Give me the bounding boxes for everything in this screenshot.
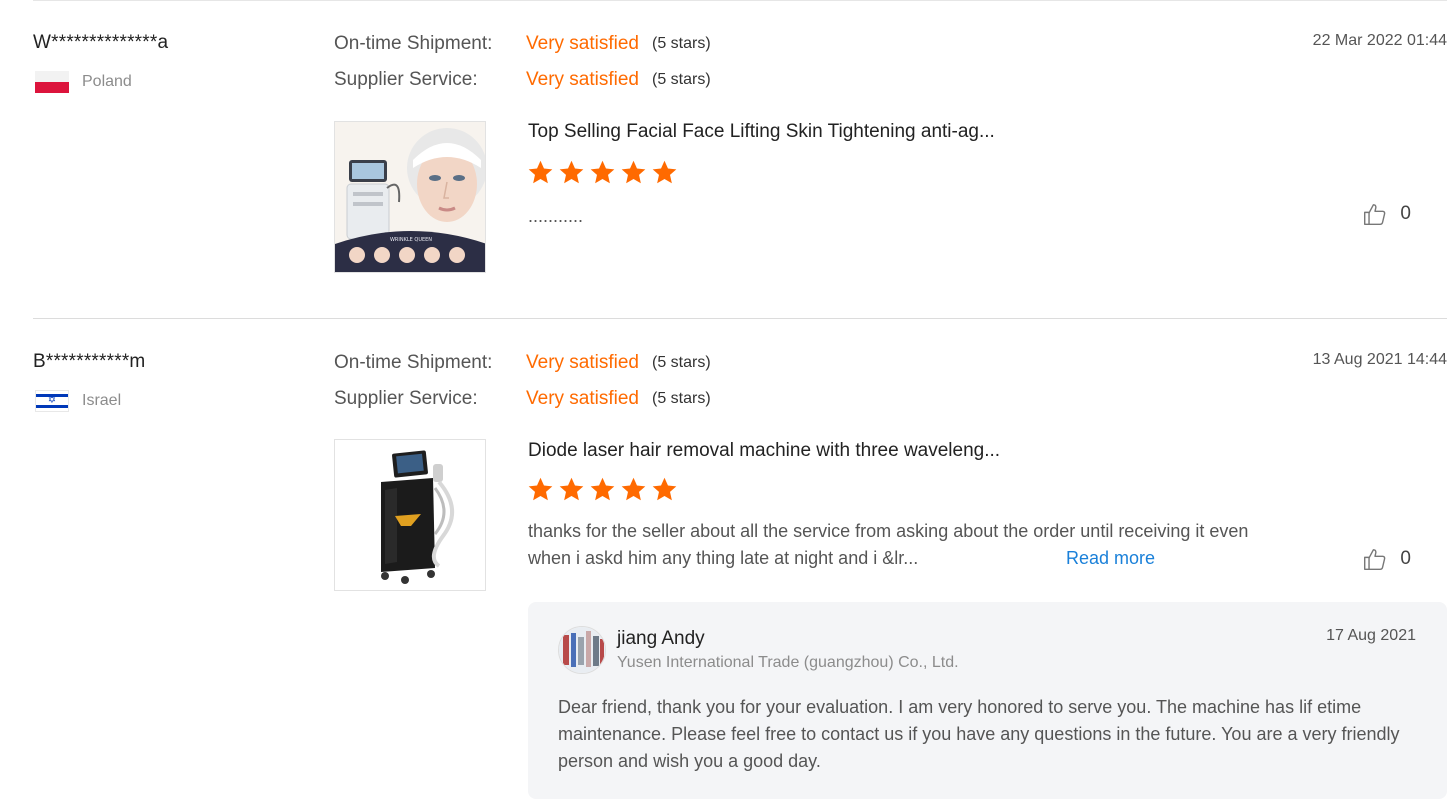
reply-author-name: jiang Andy [617,628,705,649]
avatar [558,626,606,674]
star-icon [621,477,646,501]
review-comment-line: when i askd him any thing late at night … [528,548,919,568]
service-rating: Supplier Service: Very satisfied (5 star… [334,67,711,93]
review-date: 22 Mar 2022 01:44 [1312,32,1447,49]
read-more-link[interactable]: Read more [1066,545,1155,572]
service-value: Very satisfied [526,69,639,90]
product-image-text: WRINKLE QUEEN [390,237,432,243]
service-value: Very satisfied [526,388,639,409]
product-thumbnail[interactable]: WRINKLE QUEEN [334,121,486,273]
shipment-value: Very satisfied [526,33,639,54]
service-stars-text: (5 stars) [652,390,711,407]
shipment-value: Very satisfied [526,352,639,373]
star-icon [559,160,584,184]
thumbs-up-icon [1364,549,1386,570]
star-icon [590,160,615,184]
product-title-link[interactable]: Top Selling Facial Face Lifting Skin Tig… [528,121,995,143]
reply-text: Dear friend, thank you for your evaluati… [558,697,1400,771]
service-label: Supplier Service: [334,388,478,409]
like-button[interactable]: 0 [1362,201,1411,227]
star-icon [559,477,584,501]
star-icon [652,477,677,501]
buyer-country: ✡ Israel [35,389,121,413]
country-name: Israel [82,392,122,409]
buyer-name: W**************a [33,32,169,53]
shipment-stars-text: (5 stars) [652,35,711,52]
star-icon [528,477,553,501]
service-rating: Supplier Service: Very satisfied (5 star… [334,386,711,412]
supplier-reply: jiang Andy Yusen International Trade (gu… [528,602,1447,799]
buyer-country: Poland [35,70,132,94]
review-comment: ........... [528,206,584,226]
thumbs-up-icon [1364,204,1386,225]
review-comment: thanks for the seller about all the serv… [528,518,1388,572]
like-count: 0 [1400,548,1411,569]
shipment-label: On-time Shipment: [334,33,493,54]
product-thumbnail[interactable] [334,439,486,591]
reply-company-name: Yusen International Trade (guangzhou) Co… [617,654,959,671]
country-name: Poland [82,73,132,90]
star-icon [652,160,677,184]
flag-poland-icon [35,71,69,93]
review-item: W**************a Poland On-time Shipment… [33,0,1447,318]
review-comment-line: thanks for the seller about all the serv… [528,521,1249,541]
shipment-stars-text: (5 stars) [652,354,711,371]
star-icon [528,160,553,184]
product-title-link[interactable]: Diode laser hair removal machine with th… [528,440,1000,462]
flag-israel-icon: ✡ [35,390,69,412]
shipment-rating: On-time Shipment: Very satisfied (5 star… [334,350,711,376]
review-item: B***********m ✡ Israel On-time Shipment:… [33,318,1447,808]
product-rating-stars [527,476,682,503]
product-rating-stars [527,159,682,186]
shipment-rating: On-time Shipment: Very satisfied (5 star… [334,31,711,57]
star-icon [621,160,646,184]
reply-date: 17 Aug 2021 [1326,627,1416,644]
review-date: 13 Aug 2021 14:44 [1312,351,1447,368]
service-stars-text: (5 stars) [652,71,711,88]
star-icon [590,477,615,501]
service-label: Supplier Service: [334,69,478,90]
shipment-label: On-time Shipment: [334,352,493,373]
like-button[interactable]: 0 [1362,546,1411,572]
like-count: 0 [1400,203,1411,224]
buyer-name: B***********m [33,351,146,372]
